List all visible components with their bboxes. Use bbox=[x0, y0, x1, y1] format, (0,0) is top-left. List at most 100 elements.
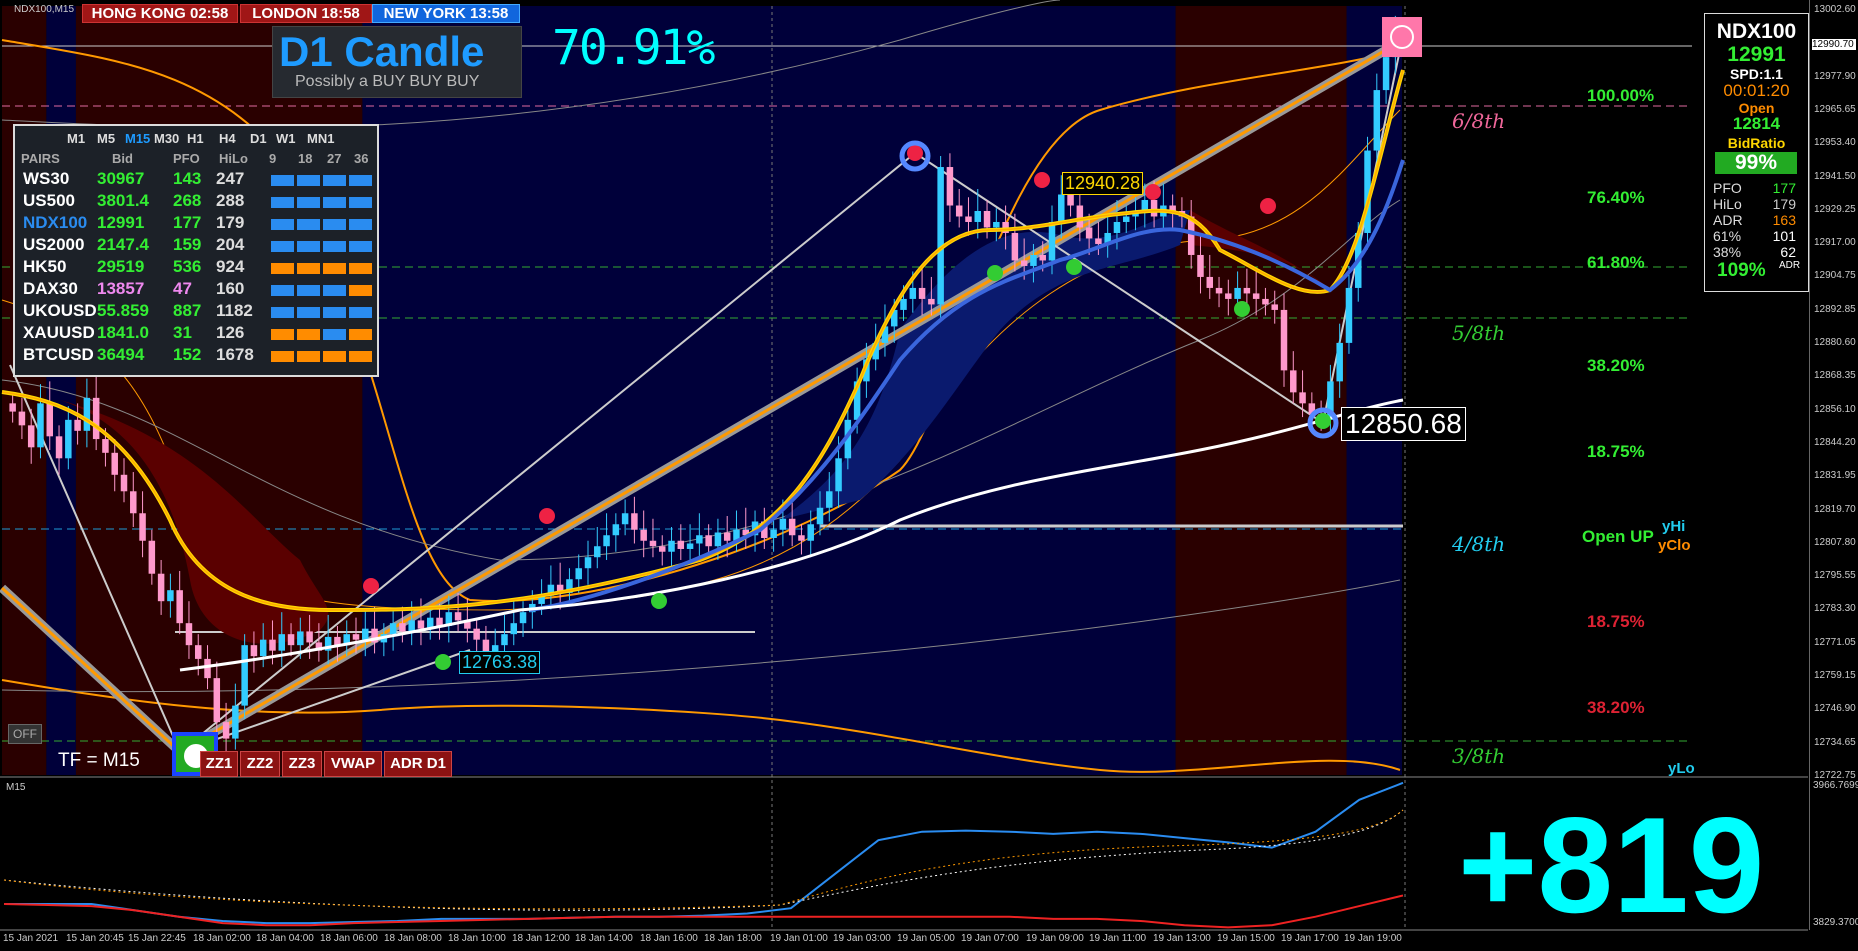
candle-body bbox=[1076, 205, 1084, 228]
tf-m5[interactable]: M5 bbox=[97, 131, 115, 146]
trend-bar bbox=[271, 197, 294, 208]
panel-pair: DAX30 bbox=[23, 279, 78, 298]
buy-dot-0 bbox=[435, 654, 451, 670]
sell-dot-5 bbox=[1260, 198, 1276, 214]
panel-header-pairs: PAIRS bbox=[21, 151, 60, 166]
trend-bar bbox=[297, 329, 320, 340]
panel-row-ukousd[interactable]: UKOUSD 55.859 887 1182 bbox=[23, 300, 373, 321]
percentage-readout: 70.91% bbox=[552, 20, 715, 76]
price-tick: 12783.30 bbox=[1814, 603, 1856, 615]
time-tick: 18 Jan 02:00 bbox=[193, 933, 251, 944]
panel-bid: 12991 bbox=[97, 213, 145, 232]
logo-subtitle: Possibly a BUY BUY BUY bbox=[295, 73, 480, 90]
time-tick: 19 Jan 19:00 bbox=[1344, 933, 1402, 944]
trend-bar bbox=[271, 219, 294, 230]
tf-m30[interactable]: M30 bbox=[154, 131, 179, 146]
sell-dot-2 bbox=[907, 145, 923, 161]
indicator-button-zz1[interactable]: ZZ1 bbox=[200, 751, 238, 777]
stat-value: 179 bbox=[1772, 196, 1796, 212]
current-price-label: 12850.68 bbox=[1341, 407, 1466, 441]
current-price-tag: 12990.70 bbox=[1812, 39, 1856, 50]
candle-body bbox=[594, 546, 601, 558]
tf-h1[interactable]: H1 bbox=[187, 131, 204, 146]
panel-row-ndx100[interactable]: NDX100 12991 177 179 bbox=[23, 212, 373, 233]
candle-body bbox=[835, 458, 842, 492]
trend-bar bbox=[323, 329, 346, 340]
candle-body bbox=[232, 705, 239, 739]
time-tick: 18 Jan 16:00 bbox=[640, 933, 698, 944]
indicator-button-adr-d1[interactable]: ADR D1 bbox=[384, 751, 452, 777]
trend-bar bbox=[297, 285, 320, 296]
fib-level-label: 18.75% bbox=[1587, 442, 1645, 461]
time-tick: 15 Jan 2021 bbox=[3, 933, 59, 944]
panel-row-us2000[interactable]: US2000 2147.4 159 204 bbox=[23, 234, 373, 255]
time-tick: 19 Jan 03:00 bbox=[833, 933, 891, 944]
candle-body bbox=[306, 631, 313, 643]
indicator-button-zz2[interactable]: ZZ2 bbox=[240, 751, 280, 777]
price-tick: 12734.65 bbox=[1814, 736, 1856, 748]
high-price-label: 12940.28 bbox=[1062, 172, 1144, 195]
candle-body bbox=[946, 167, 954, 206]
price-tick: 12759.15 bbox=[1814, 670, 1856, 682]
indicator-button-zz3[interactable]: ZZ3 bbox=[282, 751, 322, 777]
tf-d1[interactable]: D1 bbox=[250, 131, 267, 146]
indicator-button-vwap[interactable]: VWAP bbox=[324, 751, 382, 777]
candle-body bbox=[1243, 287, 1251, 294]
panel-row-xauusd[interactable]: XAUUSD 1841.0 31 126 bbox=[23, 322, 373, 343]
trend-bar bbox=[323, 219, 346, 230]
panel-pfo: 177 bbox=[173, 213, 202, 232]
trend-bars bbox=[271, 195, 375, 208]
panel-row-us500[interactable]: US500 3801.4 268 288 bbox=[23, 190, 373, 211]
chart-symbol-title: NDX100,M15 bbox=[14, 4, 75, 15]
panel-row-btcusd[interactable]: BTCUSD 36494 152 1678 bbox=[23, 344, 373, 365]
time-tick: 15 Jan 22:45 bbox=[128, 933, 186, 944]
panel-hilo: 160 bbox=[216, 279, 245, 298]
sell-dot-1 bbox=[539, 508, 555, 524]
price-tick: 12917.00 bbox=[1814, 237, 1856, 249]
trend-bars bbox=[271, 349, 375, 362]
candle-body bbox=[584, 557, 592, 569]
stat-label: PFO bbox=[1713, 180, 1742, 196]
panel-bid: 36494 bbox=[97, 345, 145, 364]
candle-body bbox=[993, 221, 1000, 228]
peak-marker-icon bbox=[1382, 17, 1422, 57]
tf-m15[interactable]: M15 bbox=[125, 131, 150, 146]
panel-row-ws30[interactable]: WS30 30967 143 247 bbox=[23, 168, 373, 189]
candle-body bbox=[9, 403, 16, 412]
panel-header-18: 18 bbox=[298, 151, 313, 166]
candle-body bbox=[241, 645, 248, 706]
panel-row-hk50[interactable]: HK50 29519 536 924 bbox=[23, 256, 373, 277]
panel-pfo: 159 bbox=[173, 235, 202, 254]
candle-body bbox=[816, 507, 824, 525]
panel-row-dax30[interactable]: DAX30 13857 47 160 bbox=[23, 278, 373, 299]
candle-body bbox=[92, 397, 100, 440]
panel-pair: UKOUSD bbox=[23, 301, 97, 320]
tf-h4[interactable]: H4 bbox=[219, 131, 236, 146]
candle-body bbox=[454, 612, 462, 621]
murrey-label: 4/8th bbox=[1452, 532, 1506, 556]
stat-value: 101 bbox=[1772, 228, 1796, 244]
tf-mn1[interactable]: MN1 bbox=[307, 131, 334, 146]
info-adr-suffix: ADR bbox=[1779, 260, 1801, 271]
price-tick: 12892.85 bbox=[1814, 303, 1856, 315]
candle-body bbox=[770, 529, 777, 538]
panel-header-27: 27 bbox=[327, 151, 342, 166]
trend-bar bbox=[349, 307, 372, 318]
candle-body bbox=[696, 535, 703, 544]
murrey-label: 5/8th bbox=[1452, 321, 1506, 345]
tf-w1[interactable]: W1 bbox=[276, 131, 296, 146]
price-tick: 12880.60 bbox=[1814, 337, 1856, 349]
candle-body bbox=[352, 634, 360, 640]
stat-value: 177 bbox=[1772, 180, 1796, 196]
candle-body bbox=[269, 639, 276, 651]
panel-hilo: 126 bbox=[216, 323, 245, 342]
candle-body bbox=[612, 524, 620, 536]
buy-dot-2 bbox=[987, 265, 1003, 281]
stat-label: 61% bbox=[1713, 228, 1742, 244]
info-bidratio-value: 99% bbox=[1715, 152, 1797, 174]
tf-m1[interactable]: M1 bbox=[67, 131, 85, 146]
candle-body bbox=[1095, 238, 1102, 244]
off-button[interactable]: OFF bbox=[8, 724, 42, 744]
panel-hilo: 1182 bbox=[216, 301, 253, 320]
trend-bar bbox=[297, 241, 320, 252]
